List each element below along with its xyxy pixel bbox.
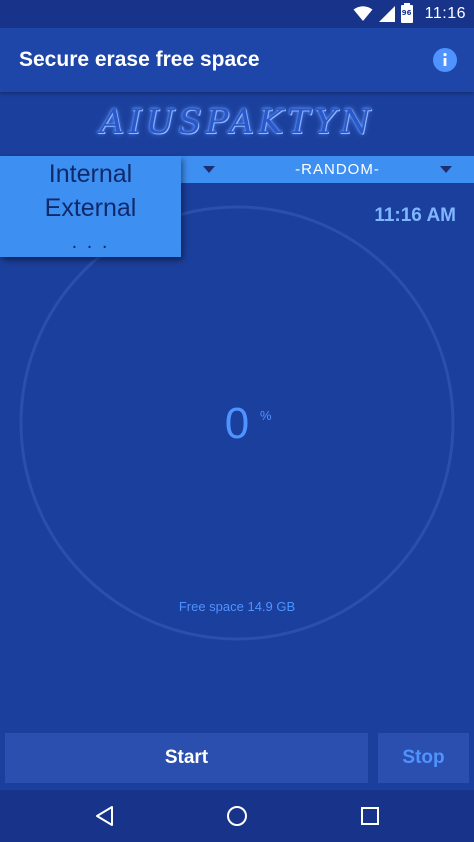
free-space-label: Free space 14.9 GB (178, 599, 296, 614)
status-bar: 96 11:16 (0, 0, 474, 28)
progress-percent: 0 (0, 398, 474, 450)
battery-level: 96 (401, 9, 412, 17)
start-button[interactable]: Start (5, 733, 368, 783)
progress-value: 0 (224, 399, 250, 448)
dropdown-option-internal[interactable]: Internal (0, 157, 181, 191)
method-spinner[interactable]: -RANDOM- (231, 156, 474, 183)
home-icon[interactable] (225, 804, 249, 828)
navigation-bar (0, 790, 474, 842)
banner: AIUSPAKTYN (0, 98, 474, 152)
status-time: 11:16 (424, 5, 466, 22)
banner-logo-text: AIUSPAKTYN (99, 102, 375, 142)
app-bar: Secure erase free space (0, 28, 474, 92)
stop-button[interactable]: Stop (378, 733, 469, 783)
app-title: Secure erase free space (19, 48, 260, 71)
progress-unit: % (260, 408, 272, 423)
storage-dropdown-menu: Internal External . . . (0, 156, 181, 257)
chevron-down-icon (440, 166, 452, 173)
info-icon[interactable] (433, 48, 457, 72)
signal-icon (378, 6, 395, 22)
recents-icon[interactable] (358, 804, 382, 828)
wifi-icon (353, 6, 373, 21)
method-spinner-value: -RANDOM- (295, 161, 380, 178)
chevron-down-icon (203, 166, 215, 173)
dropdown-option-more[interactable]: . . . (0, 225, 181, 259)
battery-icon: 96 (400, 3, 413, 23)
back-icon[interactable] (93, 804, 117, 828)
dropdown-option-external[interactable]: External (0, 191, 181, 225)
status-icons: 96 11:16 (353, 3, 466, 24)
